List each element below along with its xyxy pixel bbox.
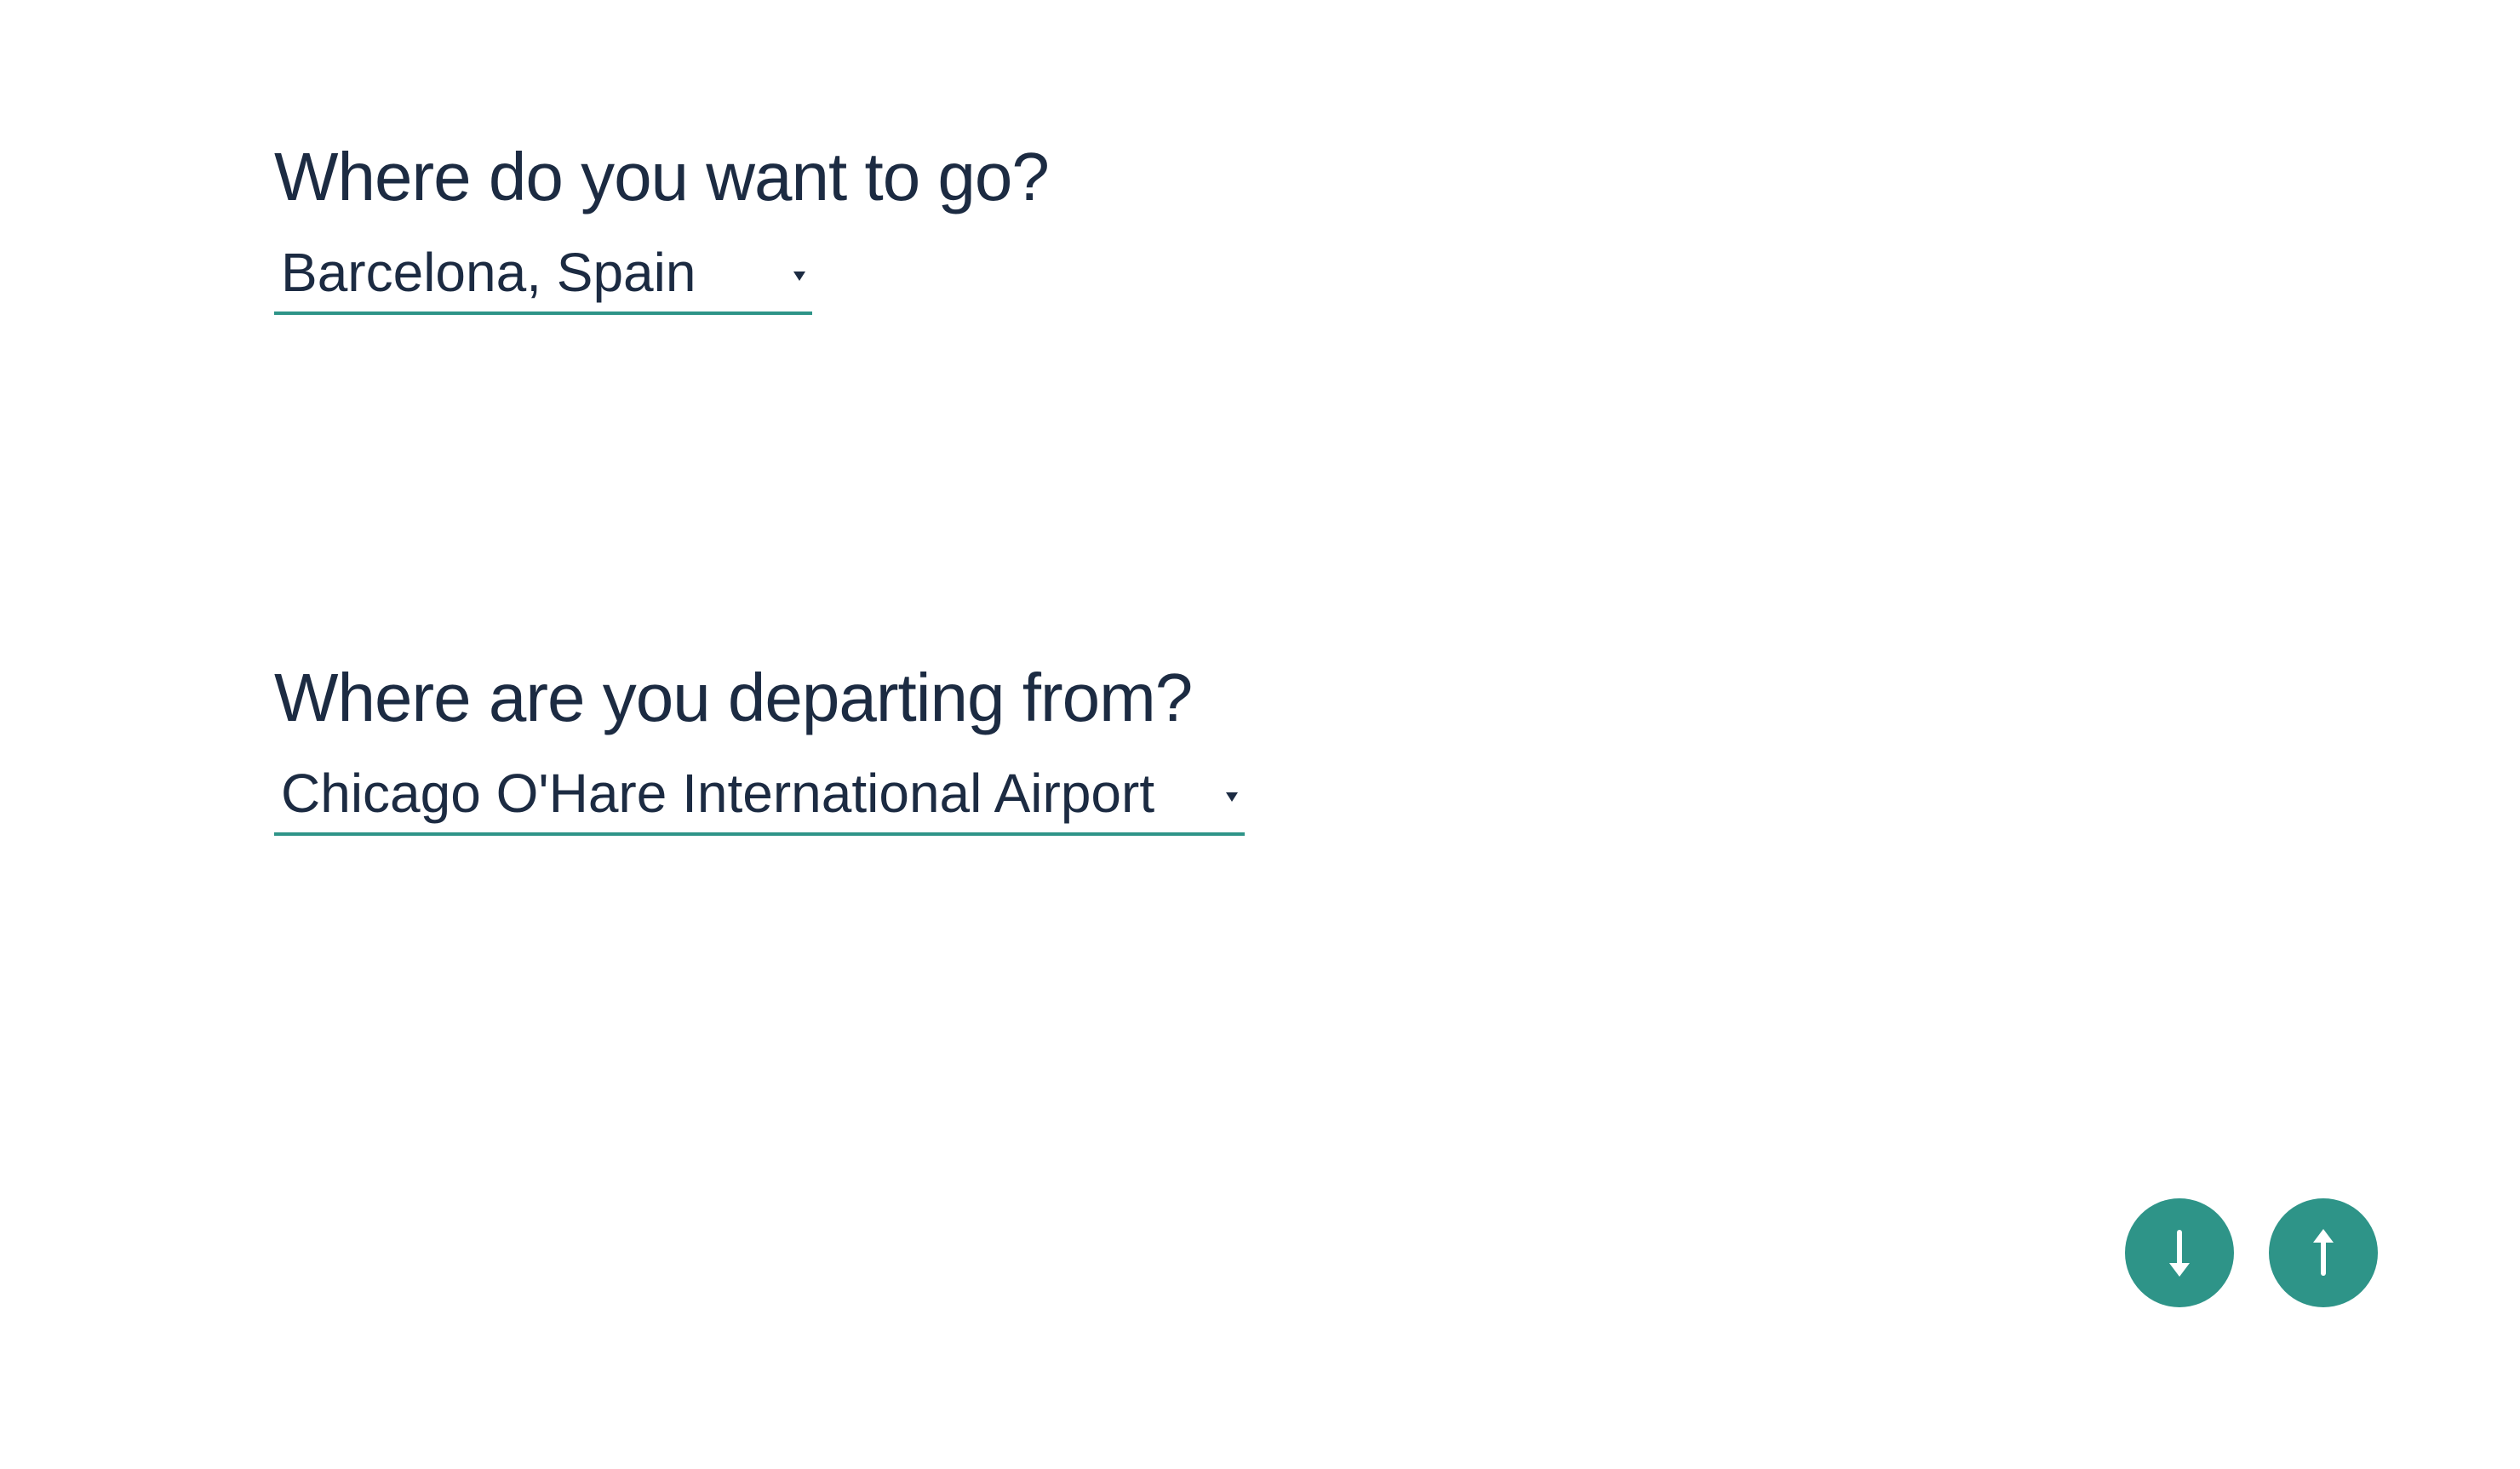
departure-select-value: Chicago O'Hare International Airport	[281, 763, 1155, 824]
arrow-up-icon	[2313, 1229, 2334, 1276]
destination-question-title: Where do you want to go?	[274, 139, 1050, 214]
departure-question-title: Where are you departing from?	[274, 660, 1193, 735]
departure-select[interactable]: Chicago O'Hare International Airport	[274, 766, 1245, 836]
next-question-button[interactable]	[2125, 1198, 2234, 1307]
arrow-down-icon	[2169, 1230, 2190, 1277]
caret-down-icon	[1226, 792, 1238, 802]
destination-question: Where do you want to go? Barcelona, Spai…	[274, 139, 1050, 315]
previous-question-button[interactable]	[2269, 1198, 2378, 1307]
caret-down-icon	[793, 272, 805, 281]
destination-select[interactable]: Barcelona, Spain	[274, 245, 812, 315]
destination-select-value: Barcelona, Spain	[281, 242, 696, 303]
departure-question: Where are you departing from? Chicago O'…	[274, 664, 1245, 836]
